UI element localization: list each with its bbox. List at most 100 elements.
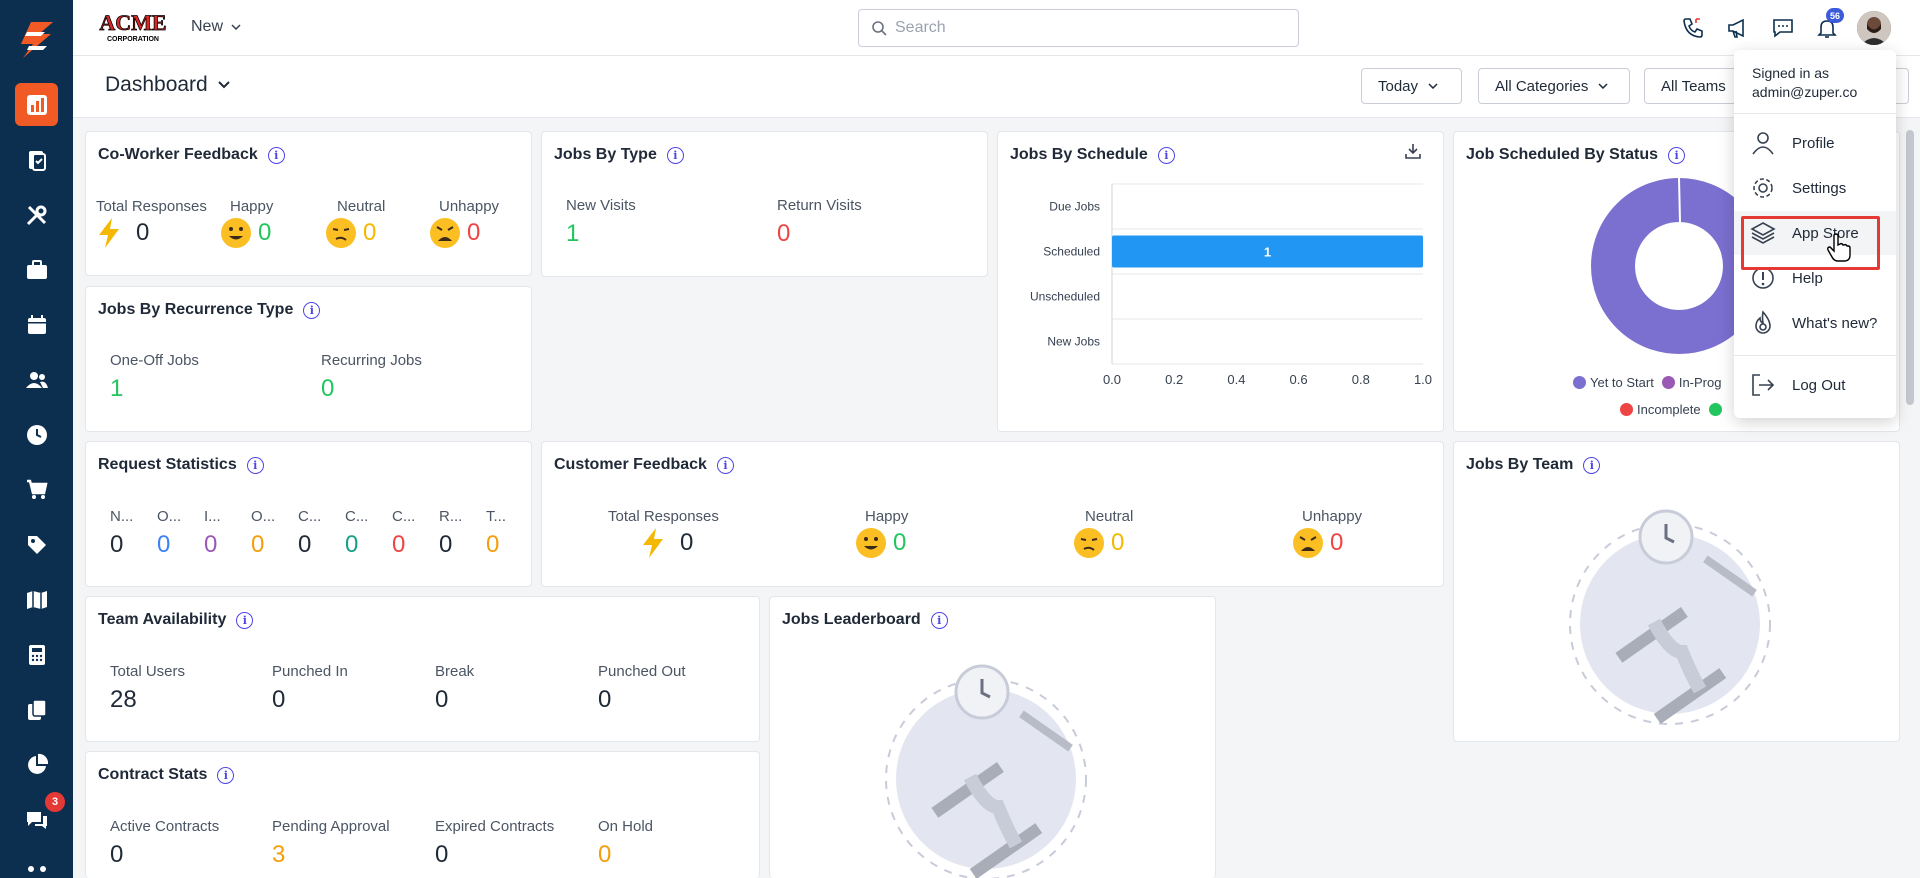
info-icon[interactable]: i bbox=[236, 611, 254, 629]
tag-icon bbox=[27, 535, 46, 554]
stat-expired-contracts: Expired Contracts 0 bbox=[435, 818, 554, 869]
sidebar-item-calendar[interactable] bbox=[15, 303, 58, 346]
request-stat: R... 0 bbox=[439, 508, 462, 559]
new-button-label: New bbox=[191, 18, 224, 35]
legend-item[interactable]: Yet to Start bbox=[1573, 375, 1654, 390]
stat-value: 0 bbox=[345, 531, 359, 558]
avatar[interactable] bbox=[1857, 11, 1891, 45]
stat-punched-in: Punched In 0 bbox=[272, 663, 348, 714]
stat-label: On Hold bbox=[598, 818, 654, 835]
stat-value: 1 bbox=[566, 220, 580, 247]
stat-active-contracts: Active Contracts 0 bbox=[110, 818, 219, 869]
info-icon[interactable]: i bbox=[1668, 146, 1686, 164]
megaphone-icon[interactable] bbox=[1724, 14, 1752, 42]
dashboard-header: Dashboard Today All Categories All Teams bbox=[73, 56, 1920, 118]
sidebar-item-workflow[interactable] bbox=[15, 853, 58, 878]
category-filter[interactable]: All Categories bbox=[1478, 68, 1630, 104]
search-input[interactable] bbox=[895, 19, 1275, 37]
stat-label: C... bbox=[392, 508, 416, 525]
stat-value-row: 0 bbox=[855, 527, 908, 559]
date-filter[interactable]: Today bbox=[1361, 68, 1462, 104]
menu-item-whats-new[interactable]: What's new? bbox=[1734, 301, 1896, 345]
sidebar-item-pricing[interactable] bbox=[15, 523, 58, 566]
sidebar-item-shop[interactable] bbox=[15, 468, 58, 511]
legend-item[interactable]: Incomplete bbox=[1620, 402, 1701, 417]
stat-punched-out: Punched Out 0 bbox=[598, 663, 686, 714]
acme-logo[interactable]: ACME CORPORATION bbox=[97, 10, 169, 44]
dashboard-selector[interactable]: Dashboard bbox=[105, 73, 230, 97]
stat-label: T... bbox=[486, 508, 507, 525]
card-title: Jobs Leaderboard i bbox=[782, 611, 948, 629]
sidebar-item-customers[interactable] bbox=[15, 358, 58, 401]
sidebar-item-map[interactable] bbox=[15, 578, 58, 621]
info-icon[interactable]: i bbox=[716, 456, 734, 474]
legend-item[interactable] bbox=[1708, 402, 1722, 417]
download-icon[interactable] bbox=[1404, 142, 1422, 160]
stat-on-hold: On Hold 0 bbox=[598, 818, 653, 869]
stat-value: 0 bbox=[204, 531, 218, 558]
sidebar-item-briefcase[interactable] bbox=[15, 248, 58, 291]
sidebar-item-tools[interactable] bbox=[15, 193, 58, 236]
info-icon[interactable]: i bbox=[246, 456, 264, 474]
stat-value-row: 0 bbox=[429, 217, 499, 249]
zuper-logo-icon[interactable] bbox=[17, 20, 57, 60]
info-icon[interactable]: i bbox=[930, 611, 948, 629]
chat-badge: 3 bbox=[45, 792, 65, 812]
legend-label: In-Prog bbox=[1678, 375, 1722, 390]
new-button[interactable]: New bbox=[191, 18, 241, 36]
contract-stats-title: Contract Stats bbox=[98, 766, 208, 783]
card-title: Job Scheduled By Status i bbox=[1466, 146, 1686, 164]
user-icon bbox=[1752, 132, 1774, 155]
menu-item-profile[interactable]: Profile bbox=[1734, 121, 1896, 165]
legend-item[interactable]: In-Prog bbox=[1661, 375, 1722, 390]
stat-unhappy: Unhappy 0 bbox=[1292, 508, 1362, 559]
sidebar-item-jobs[interactable] bbox=[15, 138, 58, 181]
stat-total-responses: Total Responses 0 bbox=[96, 198, 207, 249]
jobs-by-schedule-card: Jobs By Schedule i Due Jobs Scheduled 1 Unsc… bbox=[997, 131, 1444, 432]
request-stat: I... 0 bbox=[204, 508, 221, 559]
info-icon[interactable]: i bbox=[303, 301, 321, 319]
stat-label: Active Contracts bbox=[110, 818, 220, 835]
info-icon[interactable]: i bbox=[666, 146, 684, 164]
clipboard-icon bbox=[28, 150, 46, 171]
sidebar-item-dashboard[interactable] bbox=[15, 83, 58, 126]
sidebar-item-calculator[interactable] bbox=[15, 633, 58, 676]
lightning-icon bbox=[99, 218, 119, 248]
users-icon bbox=[25, 371, 48, 388]
sidebar-item-timesheet[interactable] bbox=[15, 413, 58, 456]
unhappy-face-icon bbox=[430, 218, 460, 248]
search-icon bbox=[872, 21, 887, 36]
map-icon bbox=[26, 590, 47, 609]
stat-label: Pending Approval bbox=[272, 818, 390, 835]
search-box[interactable] bbox=[858, 9, 1299, 47]
menu-item-logout[interactable]: Log Out bbox=[1734, 363, 1896, 407]
info-icon[interactable]: i bbox=[267, 146, 285, 164]
x-tick-label: 1.0 bbox=[1414, 372, 1432, 387]
stat-label: R... bbox=[439, 508, 463, 525]
menu-item-settings[interactable]: Settings bbox=[1734, 166, 1896, 210]
stat-pending-approval: Pending Approval 3 bbox=[272, 818, 390, 869]
svg-text:ACME: ACME bbox=[99, 10, 166, 35]
stat-value: 3 bbox=[272, 841, 286, 868]
stat-label: Total Users bbox=[110, 663, 186, 680]
stat-label: Unhappy bbox=[1302, 508, 1363, 525]
app-store-highlight bbox=[1741, 216, 1880, 270]
info-icon[interactable]: i bbox=[1157, 146, 1175, 164]
neutral-face-icon bbox=[326, 218, 356, 248]
info-icon[interactable]: i bbox=[1583, 456, 1601, 474]
messages-icon[interactable] bbox=[1769, 14, 1797, 42]
recurrence-title: Jobs By Recurrence Type bbox=[98, 301, 294, 318]
tools-icon bbox=[26, 205, 46, 225]
stat-value: 0 bbox=[598, 686, 612, 713]
card-title: Jobs By Recurrence Type i bbox=[98, 301, 321, 319]
sidebar-item-documents[interactable] bbox=[15, 688, 58, 731]
scrollbar[interactable] bbox=[1906, 130, 1914, 405]
stat-total-responses: Total Responses 0 bbox=[608, 508, 719, 559]
phone-icon[interactable] bbox=[1679, 14, 1707, 42]
sidebar-item-reports[interactable] bbox=[15, 743, 58, 786]
bar-chart-icon bbox=[26, 94, 47, 115]
jobs-by-schedule-chart: Due Jobs Scheduled 1 Unscheduled New Jobs 0.0… bbox=[1030, 183, 1432, 387]
chevron-down-icon bbox=[218, 81, 230, 89]
info-icon[interactable]: i bbox=[217, 766, 235, 784]
stat-label: Punched In bbox=[272, 663, 348, 680]
